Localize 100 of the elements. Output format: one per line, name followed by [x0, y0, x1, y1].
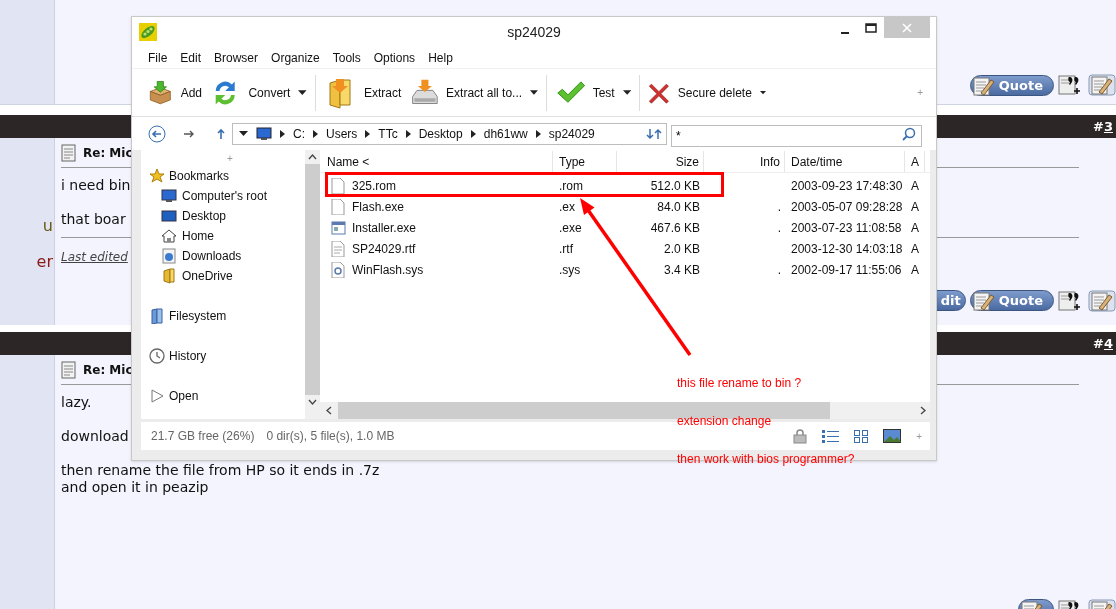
menu-item[interactable]: Help	[428, 48, 453, 67]
search-field[interactable]: *	[671, 124, 922, 147]
post-number[interactable]: #4	[1093, 333, 1113, 354]
table-cell-text: .rtf	[558, 240, 574, 258]
breadcrumb-item[interactable]: Desktop	[418, 124, 463, 143]
column-header[interactable]: Date/time	[785, 151, 905, 172]
breadcrumb-item[interactable]: sp24029	[548, 124, 595, 143]
breadcrumb-item[interactable]: dh61ww	[483, 124, 528, 143]
sidebar-item[interactable]: Desktop	[149, 206, 305, 226]
menu-item[interactable]: Edit	[180, 48, 202, 67]
file-icon	[331, 177, 346, 194]
file-name-cell[interactable]: Installer.exe	[331, 218, 417, 237]
sidebar-item[interactable]: Home	[149, 226, 305, 246]
table-cell-text: 2003-09-23 17:48:30	[790, 177, 904, 195]
peas-logo-icon	[139, 23, 157, 41]
chevron-down-icon[interactable]	[308, 399, 317, 405]
menu-item[interactable]: Tools	[332, 48, 361, 67]
table-cell-text: 84.0 KB	[656, 198, 701, 216]
breadcrumb-item[interactable]: TTc	[378, 124, 398, 143]
post-text: download	[61, 428, 129, 445]
breadcrumb-item[interactable]: Users	[326, 124, 358, 143]
toolbar-button[interactable]: Secure delete	[648, 72, 774, 113]
breadcrumb-arrow-icon	[280, 129, 285, 138]
table-cell-text: .	[776, 219, 782, 237]
table-cell-text: 3.4 KB	[662, 261, 701, 279]
play-triangle-icon	[149, 388, 165, 404]
file-name-cell[interactable]: Flash.exe	[331, 197, 405, 216]
table-cell-text: 512.0 KB	[649, 177, 701, 195]
breadcrumb-arrow-icon	[405, 129, 411, 138]
toolbar-button[interactable]: Convert	[210, 72, 315, 113]
table-cell-text: A	[910, 177, 920, 195]
annotation-text: this file rename to bin ?	[677, 375, 803, 392]
close-icon	[902, 22, 912, 33]
user-info-text: er	[36, 251, 54, 273]
image-view-icon[interactable]	[883, 429, 902, 443]
reply-icon[interactable]	[1088, 290, 1116, 312]
chevron-right-icon[interactable]	[920, 406, 926, 415]
last-edited-link[interactable]: Last edited	[61, 250, 128, 264]
refresh-arrows-icon[interactable]	[646, 126, 662, 141]
toolbar-button[interactable]: Add	[148, 72, 210, 113]
details-view-icon[interactable]	[822, 429, 840, 443]
file-name-cell[interactable]: 325.rom	[331, 176, 397, 195]
table-cell-text: 2002-09-17 11:55:06	[790, 261, 903, 279]
star-icon	[149, 168, 165, 184]
breadcrumb-arrow-icon	[313, 129, 318, 138]
column-header[interactable]: Type	[553, 151, 617, 172]
table-cell-text: .ex	[558, 198, 576, 216]
grid-view-icon[interactable]	[854, 429, 869, 443]
table-cell-text: .	[776, 198, 782, 216]
quote-button[interactable]: Quote	[969, 75, 1054, 96]
table-cell-text: A	[910, 198, 920, 216]
file-name-cell[interactable]: SP24029.rtf	[331, 239, 416, 258]
menu-item[interactable]: File	[148, 48, 168, 67]
sidebar-item[interactable]: Downloads	[149, 246, 305, 266]
menu-item[interactable]: Options	[373, 48, 416, 67]
sidebar-item[interactable]: Bookmarks	[149, 166, 305, 186]
sidebar-item[interactable]: Computer's root	[149, 186, 305, 206]
post-text: i need bin	[61, 177, 131, 194]
window-title: sp24029	[507, 22, 561, 42]
post-title: Re: Mic	[83, 362, 133, 379]
edit-button[interactable]: dit	[935, 290, 966, 311]
toolbar-button[interactable]: Test	[555, 72, 639, 113]
toolbar-button[interactable]: Extract	[324, 72, 410, 113]
menu-item[interactable]: Browser	[214, 48, 259, 67]
monitor-icon	[161, 188, 177, 204]
table-cell-text: .	[776, 261, 782, 279]
quote-button[interactable]: Quote	[969, 290, 1054, 311]
table-cell-text: .sys	[558, 261, 582, 279]
sidebar-item[interactable]: Open	[149, 386, 305, 406]
status-text: 0 dir(s), 5 file(s), 1.0 MB	[266, 428, 395, 445]
file-name-cell[interactable]: WinFlash.sys	[331, 260, 424, 279]
table-cell-text: 2003-07-23 11:08:58	[790, 219, 903, 237]
table-cell-text: 2.0 KB	[662, 240, 701, 258]
table-cell-text: A	[910, 240, 920, 258]
chevron-up-icon[interactable]	[308, 154, 317, 160]
sidebar-item[interactable]: Filesystem	[149, 306, 305, 326]
menu-item[interactable]: Organize	[271, 48, 320, 67]
sidebar-item[interactable]: History	[149, 346, 305, 366]
chevron-left-icon[interactable]	[326, 406, 332, 415]
column-header[interactable]: A	[905, 151, 925, 172]
table-cell-text: A	[910, 219, 920, 237]
breadcrumb-arrow-icon	[535, 129, 541, 138]
reply-icon[interactable]	[1088, 74, 1116, 96]
breadcrumb-arrow-icon	[470, 129, 476, 138]
post-text: lazy.	[61, 394, 92, 411]
post-number[interactable]: #3	[1093, 116, 1113, 137]
lock-icon[interactable]	[793, 428, 808, 444]
sidebar-item[interactable]: OneDrive	[149, 266, 305, 286]
toolbar-button[interactable]: Extract all to...	[410, 72, 546, 113]
column-header[interactable]: Info	[704, 151, 785, 172]
file-icon	[331, 261, 346, 278]
column-header[interactable]: Name <	[320, 151, 553, 172]
address-bar[interactable]: C: Users TTc Desktop dh61ww sp24029	[232, 122, 667, 145]
search-icon[interactable]	[902, 126, 916, 141]
column-header[interactable]: Size	[617, 151, 704, 172]
breadcrumb-item[interactable]: C:	[293, 124, 305, 143]
table-cell-text: 2003-12-30 14:03:18	[790, 240, 904, 258]
table-cell-text: 467.6 KB	[649, 219, 701, 237]
desktop-icon	[161, 208, 177, 224]
document-pen-icon	[972, 75, 995, 96]
